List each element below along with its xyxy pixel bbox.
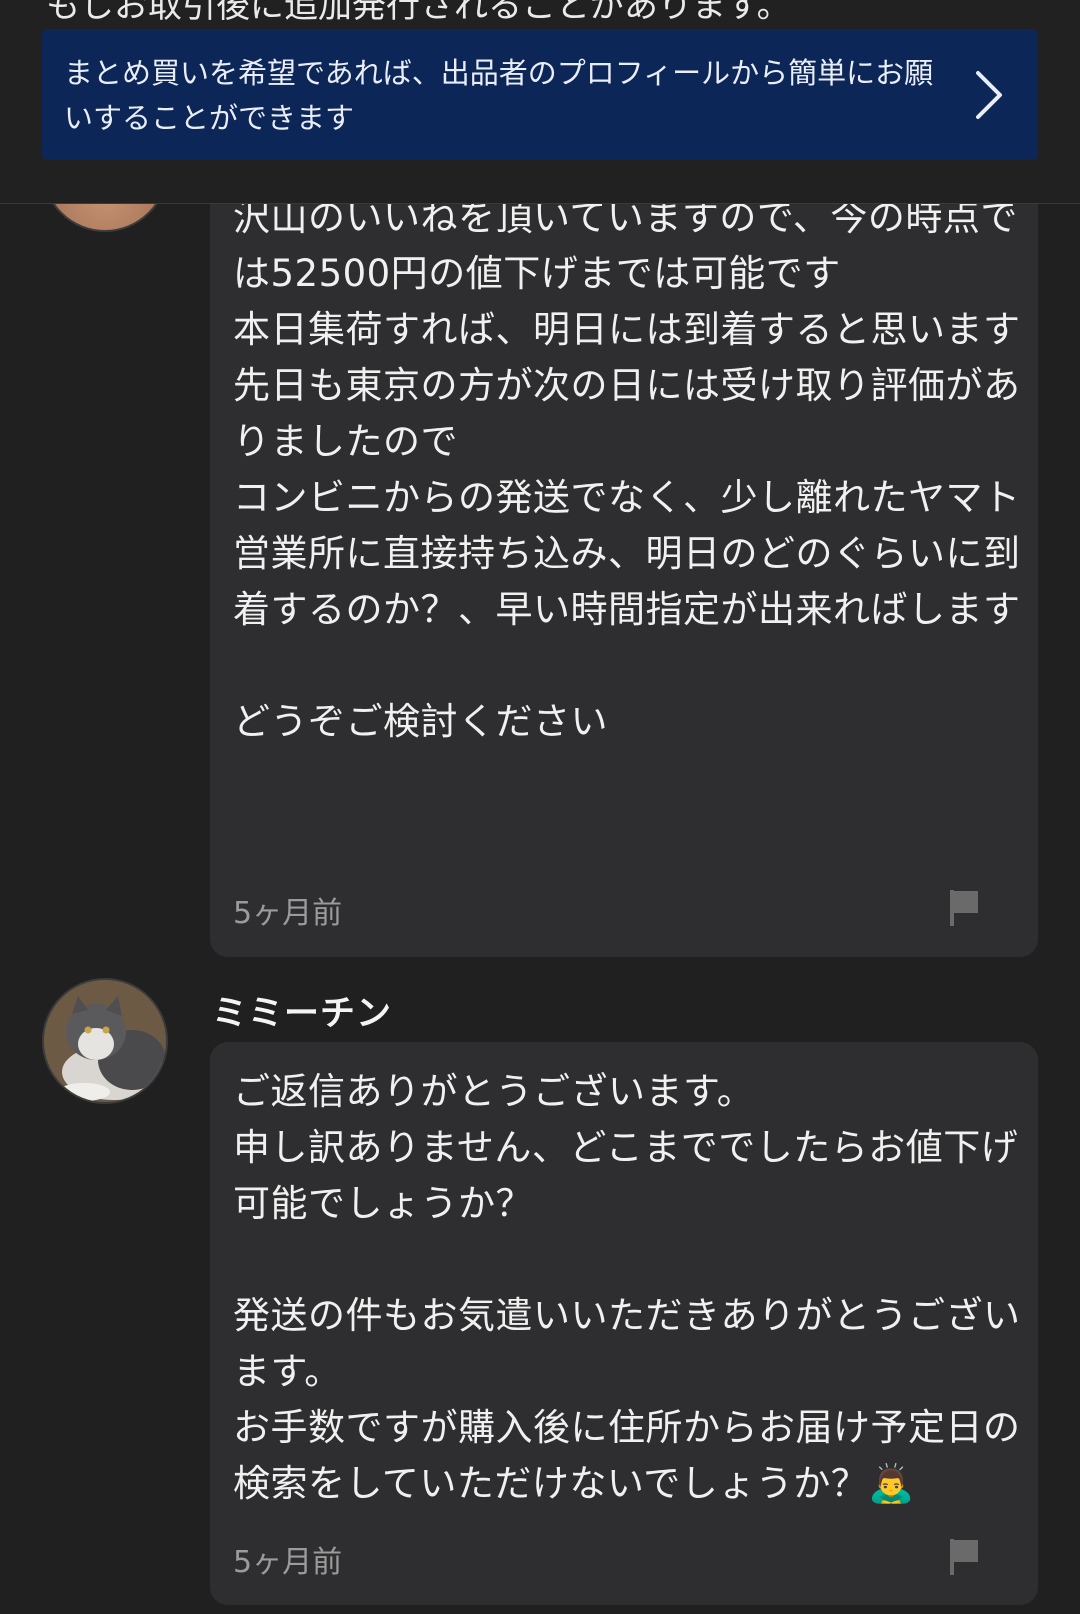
flag-icon[interactable] xyxy=(948,1537,982,1577)
bulk-purchase-banner[interactable]: まとめ買いを希望であれば、出品者のプロフィールから簡単にお願いすることができます xyxy=(42,29,1038,160)
message-bubble: 沢山のいいねを頂いていますので、今の時点では52500円の値下げまでは可能です … xyxy=(210,130,1038,957)
chevron-right-icon xyxy=(976,71,1002,119)
bulk-purchase-banner-text: まとめ買いを希望であれば、出品者のプロフィールから簡単にお願いすることができます xyxy=(64,56,934,135)
message-text: 沢山のいいねを頂いていますので、今の時点では52500円の値下げまでは可能です … xyxy=(233,196,1021,743)
cat-avatar-image xyxy=(44,980,166,1102)
message-text: ご返信ありがとうございます。 申し訳ありません、どこまででしたらお値下げ可能でし… xyxy=(233,1070,1021,1505)
cat-avatar[interactable] xyxy=(42,978,168,1104)
username[interactable]: ミミーチン xyxy=(212,985,392,1036)
top-notice-area: もしお取引後に追加発行されることがあります。 まとめ買いを希望であれば、出品者の… xyxy=(0,0,1080,204)
notice-text: もしお取引後に追加発行されることがあります。 xyxy=(46,0,791,26)
message-bubble: ご返信ありがとうございます。 申し訳ありません、どこまででしたらお値下げ可能でし… xyxy=(210,1042,1038,1605)
message-timestamp: 5ヶ月前 xyxy=(233,1545,343,1580)
flag-icon[interactable] xyxy=(948,888,982,928)
message-timestamp: 5ヶ月前 xyxy=(233,896,343,931)
comment-thread: 沢山のいいねを頂いていますので、今の時点では52500円の値下げまでは可能です … xyxy=(0,0,1080,1614)
